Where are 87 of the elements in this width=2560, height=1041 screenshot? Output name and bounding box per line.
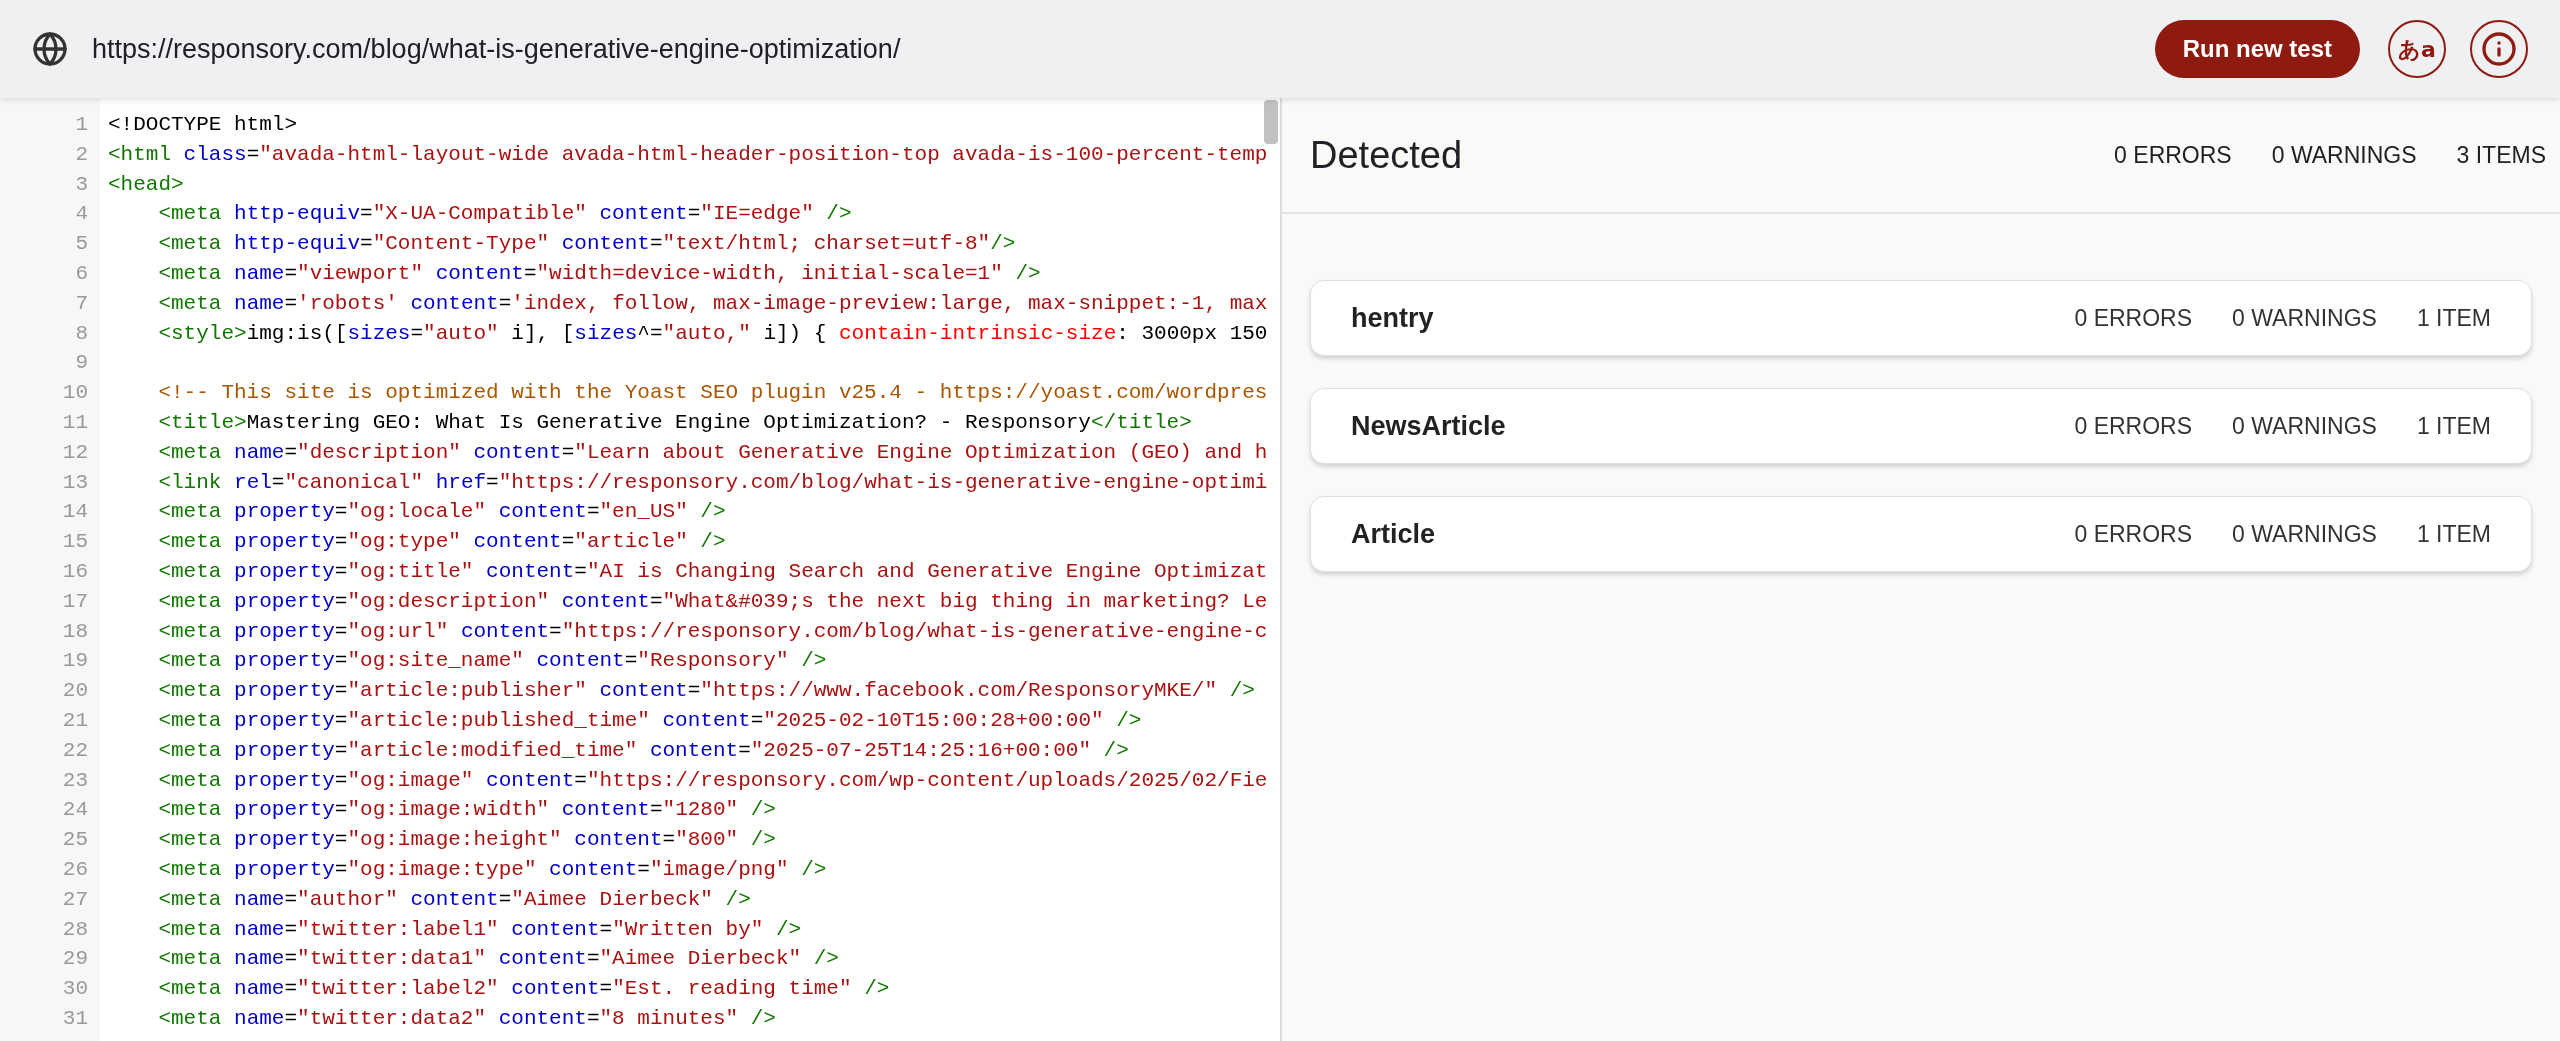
code-line: <meta property="article:publisher" content="https://www.facebook.com/ResponsoryMKE/" /> (157, 678, 1255, 705)
code-line: <!DOCTYPE html> (107, 112, 298, 138)
globe-icon (32, 31, 68, 67)
line-number: 27 (61, 886, 89, 913)
info-button[interactable] (2470, 20, 2528, 78)
line-number: 14 (61, 499, 89, 526)
code-line: <meta name="twitter:label1" content="Written by" /> (157, 916, 802, 943)
line-number: 15 (61, 529, 89, 556)
type-name: hentry (1351, 301, 1434, 335)
items-count: 3 ITEMS (2456, 140, 2546, 170)
scrollbar-thumb[interactable] (1264, 100, 1278, 144)
code-line: <meta name="twitter:data2" content="8 minutes" /> (157, 1005, 776, 1032)
line-number: 16 (61, 558, 89, 585)
line-number: 1 (74, 112, 89, 138)
line-number: 18 (61, 618, 89, 645)
line-number: 20 (61, 678, 89, 705)
line-number: 13 (61, 469, 89, 496)
line-number: 4 (74, 201, 89, 228)
code-line: <meta property="og:url" content="https://responsory.com/blog/what-is-generative-engine-c (157, 618, 1268, 645)
line-number: 19 (61, 648, 89, 675)
line-number: 30 (61, 976, 89, 1003)
code-line: <meta property="article:published_time" content="2025-02-10T15:00:28+00:00" /> (157, 707, 1142, 734)
line-number: 5 (74, 231, 89, 258)
line-number: 21 (61, 707, 89, 734)
line-number: 11 (61, 409, 89, 436)
errors-count: 0 ERRORS (2074, 303, 2193, 333)
code-line: <meta http-equiv="Content-Type" content="text/html; charset=utf-8"/> (157, 231, 1016, 258)
warnings-count: 0 WARNINGS (2232, 303, 2377, 333)
code-line: <meta name="description" content="Learn about Generative Engine Optimization (GEO) and h (157, 439, 1268, 466)
code-line: <style>img:is([sizes="auto" i], [sizes^="auto," i]) { contain-intrinsic-size: 3000px 150 (157, 320, 1268, 347)
code-line: <meta name="twitter:data1" content="Aimee Dierbeck" /> (157, 946, 839, 973)
line-number: 25 (61, 827, 89, 854)
run-new-test-button[interactable]: Run new test (2154, 20, 2360, 78)
line-number: 6 (74, 261, 89, 287)
line-number: 3 (74, 171, 89, 198)
code-line: <html class="avada-html-layout-wide avada-html-header-position-top avada-is-100-percent-temp (107, 141, 1268, 168)
line-number: 23 (61, 767, 89, 794)
result-card[interactable]: Article 0 ERRORS 0 WARNINGS 1 ITEM (1310, 496, 2532, 572)
errors-count: 0 ERRORS (2074, 519, 2193, 549)
code-line: <meta property="og:locale" content="en_US" /> (157, 499, 726, 526)
type-name: NewsArticle (1351, 409, 1506, 443)
warnings-count: 0 WARNINGS (2232, 411, 2377, 441)
code-line: <!-- This site is optimized with the Yoast SEO plugin v25.4 - https://yoast.com/wordpres (157, 380, 1268, 407)
url-text: https://responsory.com/blog/what-is-generative-engine-optimization/ (92, 32, 901, 66)
warnings-count: 0 WARNINGS (2271, 140, 2417, 170)
code-line: <meta property="og:title" content="AI is Changing Search and Generative Engine Optimizat (157, 558, 1268, 585)
code-line: <meta name="twitter:label2" content="Est. reading time" /> (157, 976, 890, 1003)
items-count: 1 ITEM (2416, 519, 2491, 549)
type-name: Article (1351, 517, 1436, 551)
code-line: <head> (107, 171, 184, 198)
result-card[interactable]: NewsArticle 0 ERRORS 0 WARNINGS 1 ITEM (1310, 388, 2532, 464)
items-count: 1 ITEM (2416, 303, 2491, 333)
code-line: <meta property="og:image:type" content="image/png" /> (157, 856, 827, 883)
code-line: <meta name="viewport" content="width=device-width, initial-scale=1" /> (157, 261, 1041, 287)
info-icon (2481, 31, 2517, 67)
line-number: 22 (61, 737, 89, 764)
line-number: 31 (61, 1005, 89, 1032)
code-line: <meta property="og:image" content="https://responsory.com/wp-content/uploads/2025/02/Fie (157, 767, 1268, 794)
errors-count: 0 ERRORS (2114, 140, 2232, 170)
errors-count: 0 ERRORS (2074, 411, 2193, 441)
language-button[interactable]: あa (2388, 20, 2446, 78)
line-number: 28 (61, 916, 89, 943)
code-line: <meta property="article:modified_time" content="2025-07-25T14:25:16+00:00" /> (157, 737, 1129, 764)
line-number: 29 (61, 946, 89, 973)
line-number: 8 (74, 320, 89, 347)
code-line: <meta property="og:image:height" content="800" /> (157, 827, 776, 854)
warnings-count: 0 WARNINGS (2232, 519, 2377, 549)
code-line: <link rel="canonical" href="https://responsory.com/blog/what-is-generative-engine-optimi (157, 469, 1268, 496)
code-line: <meta property="og:description" content="What&#039;s the next big thing in marketing? Le (157, 588, 1268, 615)
line-number: 26 (61, 856, 89, 883)
line-number: 7 (74, 290, 89, 317)
items-count: 1 ITEM (2416, 411, 2491, 441)
code-line: <meta name="author" content="Aimee Dierbeck" /> (157, 886, 751, 913)
line-number: 17 (61, 588, 89, 615)
code-line: <meta property="og:type" content="article" /> (157, 529, 726, 556)
code-line: <meta http-equiv="X-UA-Compatible" content="IE=edge" /> (157, 201, 852, 228)
line-number: 2 (74, 141, 89, 168)
line-number: 12 (61, 439, 89, 466)
result-card[interactable]: hentry 0 ERRORS 0 WARNINGS 1 ITEM (1310, 280, 2532, 356)
line-number: 10 (61, 380, 89, 407)
code-line: <title>Mastering GEO: What Is Generative Engine Optimization? - Responsory</title> (157, 409, 1192, 436)
code-line: <meta property="og:image:width" content="1280" /> (157, 797, 776, 824)
panel-title: Detected (1310, 132, 1463, 178)
line-number: 24 (61, 797, 89, 824)
code-line: <meta property="og:site_name" content="Responsory" /> (157, 648, 827, 675)
line-number: 9 (74, 350, 89, 377)
code-line: <meta name='robots' content='index, follow, max-image-preview:large, max-snippet:-1, max (157, 290, 1268, 317)
